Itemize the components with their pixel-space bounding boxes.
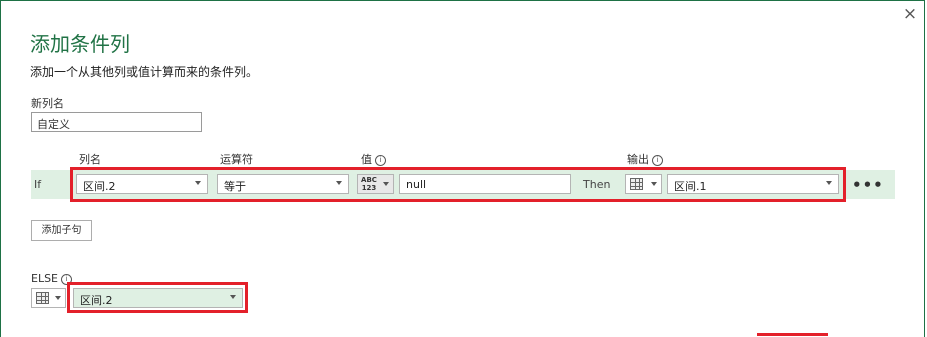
info-icon[interactable]: i: [652, 154, 663, 166]
else-highlight-outline: [67, 282, 248, 313]
new-column-name-label: 新列名: [31, 97, 64, 110]
else-label: ELSE: [31, 272, 59, 285]
add-clause-button[interactable]: 添加子句: [31, 220, 92, 241]
highlight-outline: [70, 167, 846, 202]
operator-header: 运算符: [220, 153, 253, 166]
output-header-label: 输出: [627, 153, 649, 166]
if-label: If: [34, 178, 42, 191]
chevron-down-icon: [55, 296, 61, 300]
table-icon: [36, 292, 49, 304]
new-column-name-input[interactable]: 自定义: [31, 112, 202, 132]
dialog-title: 添加条件列: [30, 32, 130, 56]
dialog-subtitle: 添加一个从其他列或值计算而来的条件列。: [30, 65, 259, 79]
value-header-label: 值: [361, 153, 372, 166]
bottom-highlight-edge: [757, 333, 828, 336]
more-options-icon[interactable]: •••: [852, 176, 884, 194]
column-name-header: 列名: [79, 153, 101, 166]
value-header: 值i: [361, 151, 386, 167]
close-icon[interactable]: ×: [901, 5, 919, 23]
else-header: ELSE i: [31, 272, 73, 285]
output-header: 输出 i: [627, 151, 663, 167]
info-icon[interactable]: i: [375, 154, 386, 166]
else-type-button[interactable]: [31, 288, 66, 308]
